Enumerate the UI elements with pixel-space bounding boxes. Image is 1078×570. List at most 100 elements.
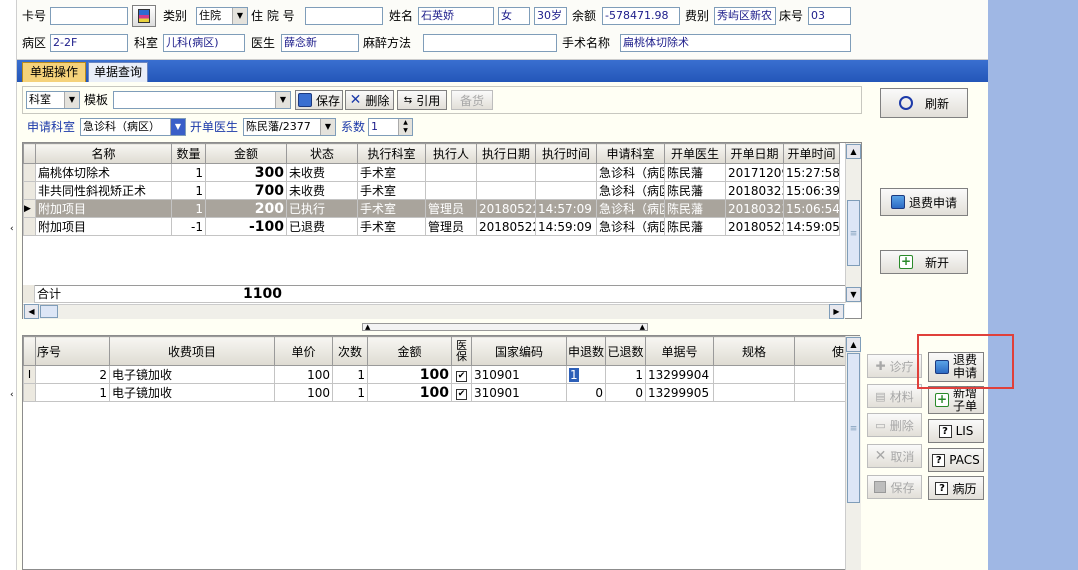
- table-row[interactable]: 1 电子镜加收 100 1 100 ✔ 310901 0 0 13299905: [23, 383, 846, 402]
- column-header[interactable]: 执行日期: [476, 143, 536, 164]
- gender-field[interactable]: 女: [498, 7, 530, 25]
- scroll-right-icon[interactable]: ▶: [829, 304, 844, 319]
- refund-qty-editing[interactable]: 1: [569, 367, 579, 382]
- table-row-selected[interactable]: ▶ 附加项目 1 200 已执行 手术室 管理员 20180522 14:57:…: [23, 199, 840, 218]
- category-label: 类别: [163, 9, 188, 23]
- left-edge-arrow-icon[interactable]: ‹: [10, 388, 18, 402]
- cell: 陈民藩: [664, 199, 726, 218]
- table-row[interactable]: 附加项目 -1 -100 已退费 手术室 管理员 20180522 14:59:…: [23, 217, 840, 236]
- column-header[interactable]: 执行人: [425, 143, 477, 164]
- inpatient-no-input[interactable]: [305, 7, 383, 25]
- name-field[interactable]: 石英娇: [418, 7, 494, 25]
- column-header[interactable]: 单价: [274, 336, 333, 366]
- new-open-button[interactable]: + 新开: [880, 250, 968, 274]
- scroll-up-icon[interactable]: ▲: [846, 337, 861, 352]
- bed-field[interactable]: 03: [808, 7, 851, 25]
- dept-field[interactable]: 儿科(病区): [163, 34, 245, 52]
- scroll-thumb[interactable]: ≡: [847, 200, 860, 266]
- column-header[interactable]: 名称: [35, 143, 172, 164]
- age-field[interactable]: 30岁: [534, 7, 567, 25]
- column-header[interactable]: 数量: [171, 143, 206, 164]
- column-header[interactable]: 使: [794, 336, 846, 366]
- scroll-thumb[interactable]: ≡: [847, 353, 860, 503]
- column-header[interactable]: 单据号: [645, 336, 714, 366]
- spinner-arrows-icon[interactable]: ▲ ▼: [398, 119, 412, 135]
- toolbar-delete-button[interactable]: ✕ 删除: [345, 90, 394, 110]
- toolbar-save-button[interactable]: 保存: [295, 90, 343, 110]
- column-header[interactable]: 已退数: [605, 336, 646, 366]
- checkbox-cell[interactable]: ✔: [451, 383, 472, 402]
- left-edge-arrow-icon[interactable]: ‹: [10, 222, 18, 236]
- card-no-input[interactable]: [50, 7, 128, 25]
- h-scroll-thumb[interactable]: [40, 305, 58, 318]
- doctor-field[interactable]: 薛念新: [281, 34, 359, 52]
- toolbar-quote-button[interactable]: ⇆ 引用: [397, 90, 447, 110]
- save-detail-button[interactable]: 保存: [867, 475, 922, 499]
- delete-detail-button[interactable]: ▭ 删除: [867, 413, 922, 437]
- column-header[interactable]: 次数: [332, 336, 368, 366]
- column-header[interactable]: 申退数: [566, 336, 606, 366]
- anesthesia-field[interactable]: [423, 34, 557, 52]
- top-horizontal-scrollbar[interactable]: [23, 304, 845, 319]
- checkbox-icon[interactable]: ✔: [456, 389, 467, 400]
- column-header[interactable]: 金额: [205, 143, 287, 164]
- column-header[interactable]: 金额: [367, 336, 452, 366]
- column-header[interactable]: 执行时间: [535, 143, 597, 164]
- tab-query[interactable]: 单据查询: [88, 62, 148, 82]
- splitter-handle[interactable]: ▲ ▲: [362, 323, 648, 331]
- scroll-down-icon[interactable]: ▼: [846, 287, 861, 302]
- table-row[interactable]: 非共同性斜视矫正术 1 700 未收费 手术室 急诊科（病区） 陈民藩 2018…: [23, 181, 840, 200]
- cell: 管理员: [425, 217, 477, 236]
- scroll-up-icon[interactable]: ▲: [846, 144, 861, 159]
- column-header[interactable]: 开单日期: [725, 143, 784, 164]
- category-select[interactable]: 住院 ▼: [196, 7, 248, 25]
- quote-icon: ⇆: [403, 94, 413, 106]
- tab-documents[interactable]: 单据操作: [22, 62, 86, 82]
- pacs-button[interactable]: ? PACS: [928, 448, 984, 472]
- history-button[interactable]: ? 病历: [928, 476, 984, 500]
- cell: 20180522: [476, 199, 536, 218]
- table-row[interactable]: I 2 电子镜加收 100 1 100 ✔ 310901 1 1 1329990…: [23, 365, 846, 384]
- cell: 急诊科（病区）: [596, 181, 665, 200]
- ward-field[interactable]: 2-2F: [50, 34, 128, 52]
- diagnose-label: 诊疗: [889, 359, 914, 374]
- coef-spinner[interactable]: 1 ▲ ▼: [368, 118, 413, 136]
- column-header[interactable]: 申请科室: [596, 143, 665, 164]
- order-doctor-select[interactable]: 陈民藩/2377 ▼: [243, 118, 336, 136]
- row-indicator: [23, 383, 36, 402]
- lis-button[interactable]: ? LIS: [928, 419, 984, 443]
- total-row-indicator: [23, 285, 35, 303]
- refresh-button[interactable]: 刷新: [880, 88, 968, 118]
- balance-field[interactable]: -578471.98: [602, 7, 680, 25]
- column-header[interactable]: 医保: [451, 336, 472, 366]
- checkbox-cell[interactable]: ✔: [451, 365, 472, 384]
- column-header[interactable]: 序号: [35, 336, 110, 366]
- column-header[interactable]: 规格: [713, 336, 795, 366]
- column-header[interactable]: 开单医生: [664, 143, 726, 164]
- help-icon: ?: [935, 481, 949, 495]
- checkbox-icon[interactable]: ✔: [456, 371, 467, 382]
- toolbar-stock-button[interactable]: 备货: [451, 90, 493, 110]
- column-header[interactable]: 国家编码: [471, 336, 567, 366]
- column-header[interactable]: 执行科室: [357, 143, 426, 164]
- surgery-field[interactable]: 扁桃体切除术: [620, 34, 851, 52]
- add-sub-order-button[interactable]: + 新增 子单: [928, 386, 984, 414]
- refund-apply-button[interactable]: 退费申请: [880, 188, 968, 216]
- scroll-left-icon[interactable]: ◀: [24, 304, 39, 319]
- template-select[interactable]: ▼: [113, 91, 291, 109]
- dept-combo[interactable]: 科室 ▼: [26, 91, 80, 109]
- fee-type-field[interactable]: 秀屿区新农: [714, 7, 776, 25]
- cell: 310901: [471, 365, 567, 384]
- card-reader-icon[interactable]: [132, 5, 156, 27]
- apply-dept-select[interactable]: 急诊科（病区） ▼: [80, 118, 186, 136]
- material-button[interactable]: ▤ 材料: [867, 384, 922, 408]
- column-header[interactable]: 开单时间: [783, 143, 840, 164]
- table-row[interactable]: 扁桃体切除术 1 300 未收费 手术室 急诊科（病区） 陈民藩 2017120…: [23, 163, 840, 182]
- diagnose-button[interactable]: ✚ 诊疗: [867, 354, 922, 378]
- column-header[interactable]: 收费项目: [109, 336, 275, 366]
- refund-qty-cell[interactable]: 1: [566, 365, 606, 384]
- cancel-button[interactable]: ✕ 取消: [867, 444, 922, 468]
- column-header[interactable]: 状态: [286, 143, 358, 164]
- help-icon: ?: [932, 453, 946, 467]
- cell: [535, 181, 597, 200]
